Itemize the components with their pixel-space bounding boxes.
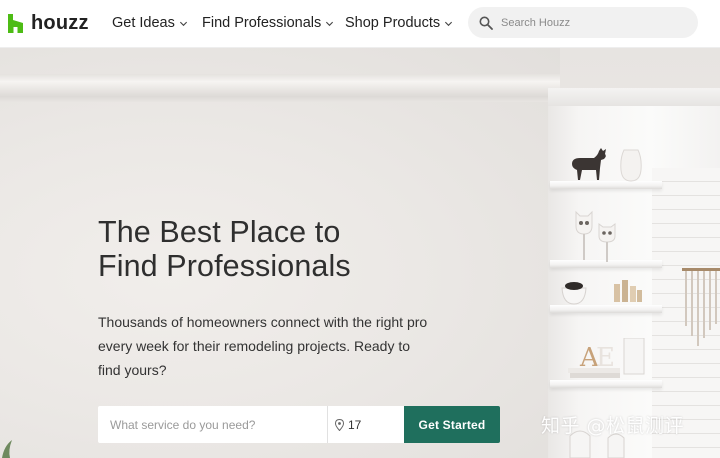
hero-headline: The Best Place to Find Professionals [98, 215, 418, 283]
search-icon[interactable] [479, 16, 493, 30]
top-navigation-bar: houzz Get Ideas Find Professionals Shop … [0, 0, 720, 48]
find-pro-form: Get Started [98, 406, 500, 444]
zip-code-field[interactable] [328, 406, 404, 443]
nav-shop-products[interactable]: Shop Products [345, 13, 453, 33]
shelf [550, 305, 662, 313]
owl-figurine-image [575, 210, 593, 260]
white-vase-image [620, 149, 642, 182]
crown-molding-shadow [0, 96, 555, 102]
get-started-button[interactable]: Get Started [404, 406, 500, 443]
letter-decor-books-image: A E [568, 338, 645, 378]
plant-leaf-image [2, 440, 12, 458]
houzz-logo[interactable]: houzz [8, 11, 89, 35]
location-pin-icon [335, 418, 344, 431]
zip-code-input[interactable] [348, 417, 398, 432]
nav-shop-products-label: Shop Products [345, 15, 441, 31]
nav-find-professionals[interactable]: Find Professionals [202, 13, 334, 33]
crown-molding [0, 74, 560, 96]
alcove-header [548, 88, 720, 106]
service-input[interactable] [98, 406, 328, 443]
wooden-blocks-image [614, 280, 642, 302]
nav-get-ideas-label: Get Ideas [112, 15, 175, 31]
hero-subtext-line-2: every week for their remodeling projects… [98, 338, 411, 354]
hero-subtext-line-3: find yours? [98, 362, 167, 378]
chevron-down-icon [445, 21, 453, 26]
moose-figurine-image [572, 148, 606, 180]
decorative-bowl-image [561, 282, 587, 305]
houzz-logo-icon [8, 13, 23, 33]
shelf [550, 181, 662, 189]
hero-subtext: Thousands of homeowners connect with the… [98, 310, 428, 382]
search-input[interactable] [501, 16, 681, 29]
nav-find-professionals-label: Find Professionals [202, 15, 322, 31]
watermark-text: 知乎 @松鼠测评 [541, 415, 685, 437]
brand-name: houzz [31, 12, 89, 34]
hanging-macrame-image [682, 268, 720, 346]
owl-figurine-image [598, 223, 616, 262]
chevron-down-icon [179, 21, 187, 26]
hero-headline-line-2: Find Professionals [98, 249, 351, 283]
search-bar[interactable] [468, 7, 698, 38]
chevron-down-icon [326, 21, 334, 26]
hero-headline-line-1: The Best Place to [98, 215, 341, 249]
nav-get-ideas[interactable]: Get Ideas [112, 13, 188, 33]
hero-subtext-line-1: Thousands of homeowners connect with the… [98, 314, 428, 330]
